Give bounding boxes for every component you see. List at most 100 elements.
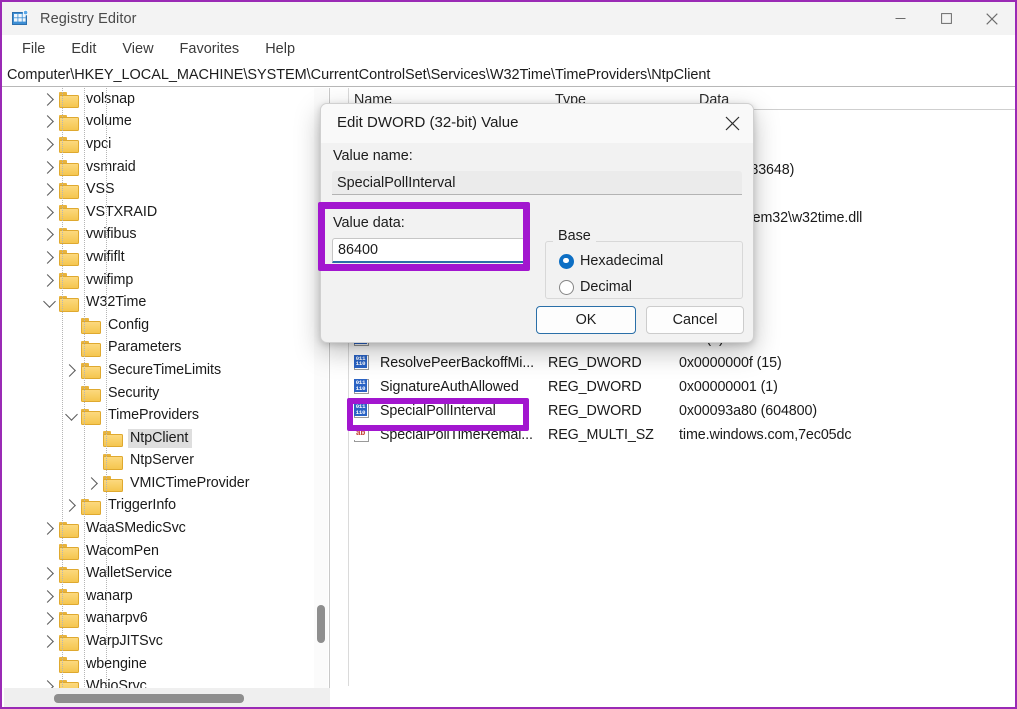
value-data-input[interactable] — [332, 238, 525, 263]
tree-item-config[interactable]: Config — [4, 314, 329, 337]
radio-hexadecimal[interactable]: Hexadecimal — [559, 253, 663, 269]
table-row[interactable]: 011 110 SpecialPollInterval REG_DWORD 0x0009… — [350, 399, 1015, 423]
chevron-right-icon[interactable] — [39, 115, 59, 129]
menu-favorites[interactable]: Favorites — [167, 38, 253, 61]
tree-item-ntpclient[interactable]: NtpClient — [4, 427, 329, 450]
value-data-cell: 0x0000000f (15) — [679, 354, 782, 371]
tree-item-waasmedicsvc[interactable]: WaaSMedicSvc — [4, 517, 329, 540]
chevron-right-icon[interactable] — [39, 567, 59, 581]
maximize-button[interactable] — [923, 2, 969, 35]
tree-item-vss[interactable]: VSS — [4, 178, 329, 201]
menu-edit[interactable]: Edit — [58, 38, 109, 61]
table-row[interactable]: 011 110 SignatureAuthAllowed REG_DWORD 0x000… — [350, 375, 1015, 399]
cancel-button[interactable]: Cancel — [646, 306, 744, 334]
tree-item-wacompen[interactable]: WacomPen — [4, 540, 329, 563]
chevron-right-icon[interactable] — [39, 183, 59, 197]
tree-item-label: volsnap — [86, 90, 135, 107]
menu-view[interactable]: View — [109, 38, 166, 61]
value-name-cell: ResolvePeerBackoffMi... — [380, 354, 534, 371]
window-controls — [877, 2, 1015, 35]
value-data-label: Value data: — [333, 215, 405, 231]
tree-item-parameters[interactable]: Parameters — [4, 337, 329, 360]
tree-item-vpci[interactable]: vpci — [4, 133, 329, 156]
tree-item-ntpserver[interactable]: NtpServer — [4, 450, 329, 473]
address-bar[interactable]: Computer\HKEY_LOCAL_MACHINE\SYSTEM\Curre… — [2, 63, 1015, 87]
window-title: Registry Editor — [40, 10, 137, 27]
value-type-cell: REG_DWORD — [548, 379, 642, 396]
value-data-cell: time.windows.com,7ec05dc — [679, 427, 852, 444]
menu-help[interactable]: Help — [252, 38, 308, 61]
chevron-right-icon[interactable] — [39, 635, 59, 648]
value-type-cell: REG_MULTI_SZ — [548, 427, 654, 444]
tree-item-volume[interactable]: volume — [4, 111, 329, 134]
tree-vertical-scroll-thumb[interactable] — [317, 605, 325, 643]
tree-guide-line — [106, 88, 107, 688]
chevron-right-icon[interactable] — [39, 228, 59, 242]
chevron-right-icon[interactable] — [39, 160, 59, 174]
chevron-right-icon[interactable] — [61, 499, 81, 513]
menu-file[interactable]: File — [9, 38, 58, 61]
tree-item-vwifimp[interactable]: vwifimp — [4, 269, 329, 292]
tree-item-vwifibus[interactable]: vwifibus — [4, 224, 329, 247]
table-row[interactable]: ab SpecialPollTimeRemai... REG_MULTI_SZ tim… — [350, 423, 1015, 447]
tree-item-wbengine[interactable]: wbengine — [4, 653, 329, 676]
tree-item-label: WarpJITSvc — [86, 633, 163, 650]
close-button[interactable] — [969, 2, 1015, 35]
tree-item-wbiosrvc[interactable]: WbioSrvc — [4, 675, 329, 688]
chevron-right-icon[interactable] — [61, 364, 81, 377]
tree-item-vstxraid[interactable]: VSTXRAID — [4, 201, 329, 224]
table-row[interactable]: 011 110 ResolvePeerBackoffMi... REG_DWORD 0x… — [350, 351, 1015, 375]
tree-item-walletservice[interactable]: WalletService — [4, 562, 329, 585]
registry-editor-icon — [12, 9, 29, 27]
tree-item-label: WalletService — [86, 565, 173, 582]
tree-item-triggerinfo[interactable]: TriggerInfo — [4, 495, 329, 518]
tree-item-label: W32Time — [86, 294, 147, 311]
dword-icon: 011110 — [354, 354, 371, 371]
tree-item-volsnap[interactable]: volsnap — [4, 88, 329, 111]
chevron-right-icon[interactable] — [39, 251, 59, 264]
value-name-cell: SignatureAuthAllowed — [380, 379, 519, 396]
chevron-right-icon[interactable] — [39, 92, 59, 106]
tree-item-wanarp[interactable]: wanarp — [4, 585, 329, 608]
tree-item-vmictimeprovider[interactable]: VMICTimeProvider — [4, 472, 329, 495]
dialog-title: Edit DWORD (32-bit) Value — [337, 114, 519, 131]
tree-item-vsmraid[interactable]: vsmraid — [4, 156, 329, 179]
chevron-right-icon[interactable] — [39, 205, 59, 219]
tree-item-wanarpv6[interactable]: wanarpv6 — [4, 608, 329, 631]
tree-item-label: volume — [86, 113, 132, 130]
tree-item-label: vwifimp — [86, 271, 134, 288]
tree-item-label: NtpClient — [128, 428, 193, 448]
value-name-cell: SpecialPollTimeRemai... — [380, 427, 533, 444]
tree-item-label: TriggerInfo — [108, 497, 177, 514]
tree-item-vwififlt[interactable]: vwififlt — [4, 246, 329, 269]
tree-item-security[interactable]: Security — [4, 382, 329, 405]
registry-tree[interactable]: volsnap volume vpci vsmraid VSS VSTXRAID vwifi… — [4, 88, 329, 688]
chevron-down-icon[interactable] — [39, 294, 59, 308]
tree-item-timeproviders[interactable]: TimeProviders — [4, 404, 329, 427]
tree-item-label: wanarp — [86, 587, 133, 604]
tree-item-label: vwifibus — [86, 226, 137, 243]
radio-hexadecimal-indicator — [559, 253, 574, 269]
chevron-right-icon[interactable] — [83, 477, 103, 490]
dword-icon: 011110 — [354, 403, 371, 419]
chevron-right-icon[interactable] — [39, 273, 59, 287]
dialog-close-icon[interactable] — [709, 104, 753, 143]
tree-item-label: Config — [108, 316, 150, 333]
chevron-right-icon[interactable] — [39, 138, 59, 151]
ok-button[interactable]: OK — [536, 306, 636, 334]
chevron-down-icon[interactable] — [61, 407, 81, 421]
tree-guide-line — [62, 88, 63, 688]
value-data-cell: 0x00093a80 (604800) — [679, 403, 818, 420]
tree-horizontal-scrollbar[interactable] — [4, 688, 330, 707]
chevron-right-icon[interactable] — [39, 522, 59, 535]
tree-item-w32time[interactable]: W32Time — [4, 291, 329, 314]
tree-item-securetimelimits[interactable]: SecureTimeLimits — [4, 359, 329, 382]
tree-item-warpjitsvc[interactable]: WarpJITSvc — [4, 630, 329, 653]
chevron-right-icon[interactable] — [39, 589, 59, 603]
radio-decimal[interactable]: Decimal — [559, 279, 632, 295]
chevron-right-icon[interactable] — [39, 612, 59, 626]
value-name-input[interactable] — [332, 171, 742, 195]
sz-icon: ab — [354, 427, 371, 443]
tree-horizontal-scroll-thumb[interactable] — [54, 694, 244, 703]
minimize-button[interactable] — [877, 2, 923, 35]
